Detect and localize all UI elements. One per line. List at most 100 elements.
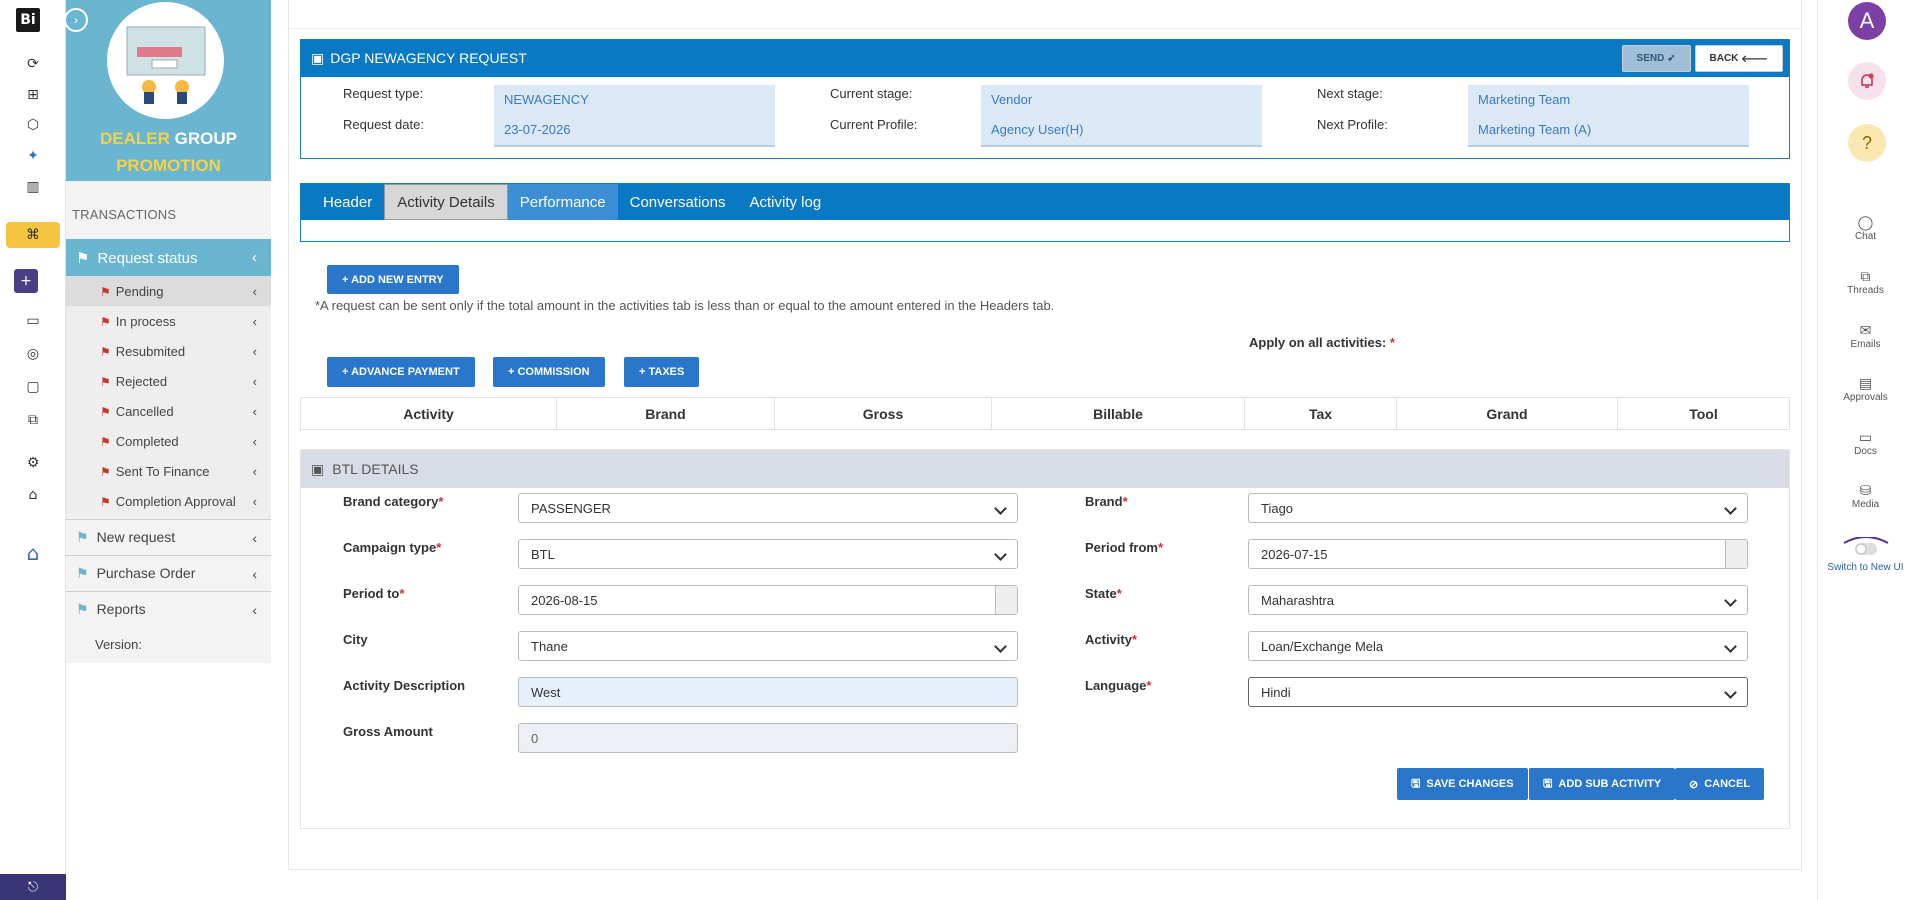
period-from-label: Period from* bbox=[1085, 540, 1164, 555]
sidebar-item-reports[interactable]: ⚑ Reports ‹ bbox=[66, 591, 271, 627]
sidebar-item-completed[interactable]: ⚑ Completed ‹ bbox=[66, 426, 271, 456]
cancel-icon: ⊘ bbox=[1689, 778, 1699, 791]
cube-icon[interactable]: ⬡ bbox=[0, 112, 66, 138]
logout-icon[interactable]: ⎋ bbox=[0, 874, 66, 900]
avatar[interactable]: A bbox=[1848, 2, 1886, 40]
bar-chart-icon[interactable]: ▥ bbox=[0, 174, 66, 200]
current-values: Vendor Agency User(H) bbox=[981, 85, 1262, 147]
btl-title: BTL DETAILS bbox=[332, 461, 419, 477]
activity-description-input[interactable]: West bbox=[518, 677, 1018, 707]
media-icon[interactable]: ⛁ Media bbox=[1818, 482, 1912, 510]
activities-table-header: Activity Brand Gross Billable Tax Grand … bbox=[300, 397, 1790, 430]
gross-amount-input[interactable]: 0 bbox=[518, 723, 1018, 753]
new-ui-toggle[interactable]: Switch to New UI bbox=[1818, 537, 1912, 573]
tab-activity-log[interactable]: Activity log bbox=[738, 184, 834, 220]
request-values: NEWAGENCY 23-07-2026 bbox=[494, 85, 775, 147]
chevron-icon: ‹ bbox=[252, 493, 257, 509]
check-circle-icon[interactable]: ◎ bbox=[0, 341, 66, 367]
state-label: State* bbox=[1085, 586, 1122, 601]
sidebar-item-rejected[interactable]: ⚑ Rejected ‹ bbox=[66, 366, 271, 396]
promo-banner: DEALER GROUP PROMOTION bbox=[66, 0, 271, 181]
store-icon[interactable]: ⌂ bbox=[0, 540, 66, 566]
next-stage-label: Next stage: bbox=[1317, 86, 1383, 101]
chevron-icon: ‹ bbox=[252, 283, 257, 299]
sparkle-icon[interactable]: ✦ bbox=[0, 143, 66, 169]
approvals-icon[interactable]: ▤ Approvals bbox=[1818, 375, 1912, 403]
col-tool: Tool bbox=[1689, 405, 1718, 422]
request-status-menu[interactable]: ⚑ Request status ‹ bbox=[66, 239, 271, 276]
grid-add-icon[interactable]: ⊞ bbox=[0, 82, 66, 108]
campaign-type-select[interactable]: BTL bbox=[518, 539, 1018, 569]
taxes-button[interactable]: + TAXES bbox=[624, 357, 700, 387]
state-select[interactable]: Maharashtra bbox=[1248, 585, 1748, 615]
brand-select[interactable]: Tiago bbox=[1248, 493, 1748, 523]
brand-category-select[interactable]: PASSENGER bbox=[518, 493, 1018, 523]
send-button[interactable]: SEND ➶ bbox=[1621, 45, 1691, 72]
help-icon[interactable]: ? bbox=[1848, 124, 1886, 162]
period-to-input[interactable]: 2026-08-15 bbox=[518, 585, 1018, 615]
period-from-input[interactable]: 2026-07-15 bbox=[1248, 539, 1748, 569]
save-icon: 🖫 bbox=[1543, 777, 1553, 790]
period-to-label: Period to* bbox=[343, 586, 405, 601]
collapse-sidebar-button[interactable]: › bbox=[64, 8, 88, 32]
activity-label: Activity* bbox=[1085, 632, 1138, 647]
emails-icon[interactable]: ✉ Emails bbox=[1818, 322, 1912, 350]
id-card-icon: ▣ bbox=[311, 460, 325, 477]
settings-icon[interactable]: ⚙ bbox=[0, 450, 66, 476]
back-button[interactable]: BACK 🡐 bbox=[1694, 45, 1783, 72]
advance-payment-button[interactable]: + ADVANCE PAYMENT bbox=[327, 357, 475, 387]
cancel-button[interactable]: ⊘ CANCEL bbox=[1675, 768, 1765, 800]
activity-select[interactable]: Loan/Exchange Mela bbox=[1248, 631, 1748, 661]
sidebar-item-sent-to-finance[interactable]: ⚑ Sent To Finance ‹ bbox=[66, 456, 271, 486]
sidebar-item-in-process[interactable]: ⚑ In process ‹ bbox=[66, 306, 271, 336]
tab-header[interactable]: Header bbox=[311, 184, 384, 220]
bell-icon[interactable] bbox=[1848, 62, 1886, 100]
col-billable: Billable bbox=[992, 398, 1245, 429]
city-select[interactable]: Thane bbox=[518, 631, 1018, 661]
request-date-label: Request date: bbox=[343, 117, 424, 132]
chat-icon[interactable]: ◯ Chat bbox=[1818, 214, 1912, 242]
version-label: Version: bbox=[66, 627, 271, 663]
copy-icon[interactable]: ⧉ bbox=[0, 407, 66, 433]
plus-icon[interactable]: + bbox=[14, 269, 38, 293]
sidebar-item-new-request[interactable]: ⚑ New request ‹ bbox=[66, 519, 271, 555]
chevron-icon: ‹ bbox=[252, 249, 257, 266]
banner-illustration bbox=[107, 2, 224, 119]
add-sub-activity-button[interactable]: 🖫 ADD SUB ACTIVITY bbox=[1529, 768, 1676, 800]
sidebar-item-pending[interactable]: ⚑ Pending ‹ bbox=[66, 276, 271, 306]
refresh-icon[interactable]: ⟳ bbox=[0, 51, 66, 77]
command-icon[interactable]: ⌘ bbox=[6, 222, 60, 248]
next-values: Marketing Team Marketing Team (A) bbox=[1468, 85, 1749, 147]
commission-button[interactable]: + COMMISSION bbox=[493, 357, 605, 387]
sidebar-item-completion-approval[interactable]: ⚑ Completion Approval ‹ bbox=[66, 486, 271, 516]
chevron-icon: ‹ bbox=[252, 529, 257, 546]
sidebar-item-cancelled[interactable]: ⚑ Cancelled ‹ bbox=[66, 396, 271, 426]
tab-activity-details[interactable]: Activity Details bbox=[384, 184, 508, 220]
tab-conversations[interactable]: Conversations bbox=[618, 184, 738, 220]
save-changes-button[interactable]: 🖫 SAVE CHANGES bbox=[1397, 768, 1528, 800]
folder-icon[interactable]: ▭ bbox=[0, 308, 66, 334]
sidebar-item-purchase-order[interactable]: ⚑ Purchase Order ‹ bbox=[66, 555, 271, 591]
campaign-type-label: Campaign type* bbox=[343, 540, 442, 555]
apply-all-label: Apply on all activities: * bbox=[1249, 335, 1395, 350]
main-content: ▣ DGP NEWAGENCY REQUEST SEND ➶ BACK 🡐 Req… bbox=[288, 0, 1802, 870]
chevron-icon: ‹ bbox=[252, 403, 257, 419]
save-icon: 🖫 bbox=[1411, 777, 1421, 790]
chevron-icon: ‹ bbox=[252, 463, 257, 479]
threads-icon[interactable]: ⧉ Threads bbox=[1818, 268, 1912, 296]
chevron-icon: ‹ bbox=[252, 601, 257, 618]
tab-performance[interactable]: Performance bbox=[507, 184, 618, 220]
chevron-icon: ‹ bbox=[252, 433, 257, 449]
app-logo[interactable]: Bi bbox=[16, 8, 40, 32]
sidebar-item-resubmited[interactable]: ⚑ Resubmited ‹ bbox=[66, 336, 271, 366]
brand-category-label: Brand category* bbox=[343, 494, 444, 509]
calendar-icon[interactable]: ▢ bbox=[0, 374, 66, 400]
chevron-icon: ‹ bbox=[252, 313, 257, 329]
add-new-entry-button[interactable]: + ADD NEW ENTRY bbox=[327, 265, 459, 294]
send-icon: ➶ bbox=[1667, 53, 1676, 64]
banner-title: DEALER GROUP PROMOTION bbox=[100, 129, 237, 175]
language-label: Language* bbox=[1085, 678, 1152, 693]
language-select[interactable]: Hindi bbox=[1248, 677, 1748, 707]
tag-icon[interactable]: ⌂ bbox=[0, 482, 66, 508]
docs-icon[interactable]: ▭ Docs bbox=[1818, 429, 1912, 457]
